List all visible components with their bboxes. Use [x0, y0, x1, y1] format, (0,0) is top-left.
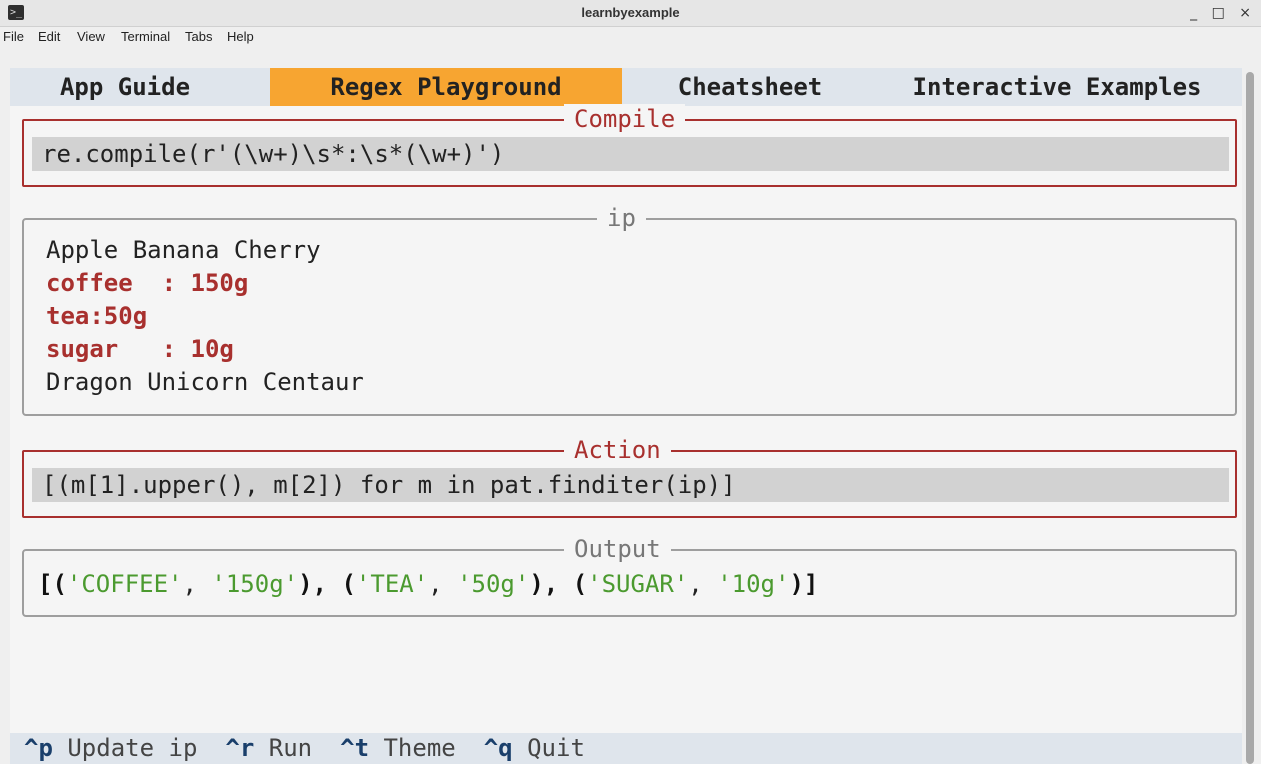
- menu-view[interactable]: View: [77, 29, 105, 44]
- tab-cheatsheet[interactable]: Cheatsheet: [650, 68, 850, 106]
- shortcut-label: Quit: [527, 734, 585, 762]
- output-token: (: [341, 570, 356, 598]
- compile-input[interactable]: re.compile(r'(\w+)\s*:\s*(\w+)'): [32, 137, 1229, 171]
- tab-regex-playground[interactable]: Regex Playground: [270, 68, 622, 106]
- shortcut-label: Run: [268, 734, 313, 762]
- output-token: (: [572, 570, 588, 598]
- scrollbar[interactable]: [1246, 72, 1254, 764]
- terminal-window: >_ learnbyexample _ □ × File Edit View T…: [0, 0, 1261, 764]
- menu-file[interactable]: File: [3, 29, 24, 44]
- ip-line: tea:50g: [46, 302, 148, 330]
- title-bar: >_ learnbyexample _ □ ×: [0, 0, 1261, 27]
- output-token: '150g': [211, 570, 299, 598]
- compile-legend: Compile: [564, 104, 686, 134]
- menu-help[interactable]: Help: [227, 29, 254, 44]
- status-item[interactable]: ^q Quit: [484, 734, 585, 762]
- output-token: ),: [298, 570, 342, 598]
- output-token: 'SUGAR': [587, 570, 689, 598]
- output-token: [(: [38, 570, 67, 598]
- ip-line: Apple Banana Cherry: [46, 236, 321, 264]
- output-token: ,: [688, 570, 718, 598]
- status-item[interactable]: ^t Theme: [340, 734, 456, 762]
- ip-line: coffee : 150g: [46, 269, 249, 297]
- shortcut-key: ^r: [225, 734, 255, 762]
- menu-edit[interactable]: Edit: [38, 29, 60, 44]
- output-token: )]: [789, 570, 819, 598]
- output-token: ,: [182, 570, 212, 598]
- output-token: '10g': [717, 570, 790, 598]
- action-panel: Action [(m[1].upper(), m[2]) for m in pa…: [22, 435, 1237, 518]
- output-token: 'TEA': [355, 570, 429, 598]
- output-panel: Output [('COFFEE', '150g'), ('TEA', '50g…: [22, 534, 1237, 617]
- ip-panel: ip Apple Banana Cherry coffee : 150g tea:5…: [22, 203, 1237, 416]
- status-bar: ^p Update ip ^r Run ^t Theme ^q Quit: [10, 733, 1242, 764]
- output-token: ),: [529, 570, 573, 598]
- ip-line: Dragon Unicorn Centaur: [46, 368, 364, 396]
- output-token: '50g': [457, 570, 530, 598]
- status-item[interactable]: ^r Run: [225, 734, 312, 762]
- shortcut-label: Theme: [383, 734, 456, 762]
- action-input[interactable]: [(m[1].upper(), m[2]) for m in pat.findi…: [32, 468, 1229, 502]
- menu-bar: File Edit View Terminal Tabs Help: [0, 27, 1261, 47]
- ip-legend: ip: [597, 203, 646, 233]
- minimize-icon[interactable]: _: [1190, 0, 1197, 26]
- output-legend: Output: [564, 534, 671, 564]
- ip-line: sugar : 10g: [46, 335, 234, 363]
- shortcut-label: Update ip: [67, 734, 198, 762]
- maximize-icon[interactable]: □: [1212, 0, 1225, 26]
- compile-panel: Compile re.compile(r'(\w+)\s*:\s*(\w+)'): [22, 104, 1237, 187]
- window-title: learnbyexample: [581, 5, 680, 20]
- menu-tabs[interactable]: Tabs: [185, 29, 212, 44]
- tab-bar: App Guide Regex Playground Cheatsheet In…: [10, 68, 1242, 106]
- menu-terminal[interactable]: Terminal: [121, 29, 170, 44]
- output-token: ,: [428, 570, 458, 598]
- output-text: [('COFFEE', '150g'), ('TEA', '50g'), ('S…: [38, 567, 818, 601]
- shortcut-key: ^t: [340, 734, 370, 762]
- tab-app-guide[interactable]: App Guide: [25, 68, 225, 106]
- output-token: 'COFFEE': [66, 570, 183, 598]
- shortcut-key: ^p: [24, 734, 53, 762]
- shortcut-key: ^q: [483, 734, 513, 762]
- tab-interactive-examples[interactable]: Interactive Examples: [882, 68, 1232, 106]
- status-item[interactable]: ^p Update ip: [24, 734, 197, 762]
- action-legend: Action: [564, 435, 671, 465]
- close-icon[interactable]: ×: [1239, 0, 1251, 26]
